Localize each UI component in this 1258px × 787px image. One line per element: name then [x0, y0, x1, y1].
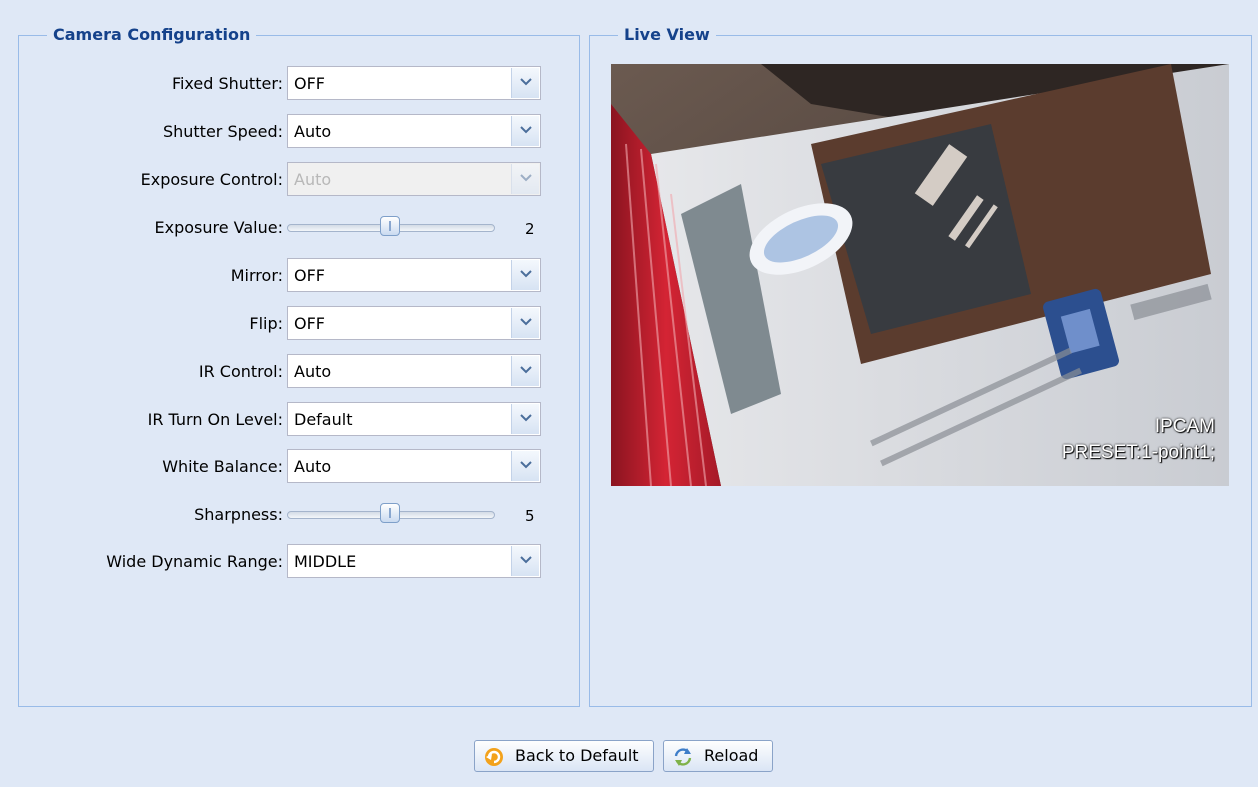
live-video-feed[interactable]: IPCAM PRESET:1-point1; — [611, 64, 1229, 486]
chevron-down-icon[interactable] — [511, 68, 539, 98]
chevron-down-icon[interactable] — [511, 404, 539, 434]
chevron-down-icon[interactable] — [511, 260, 539, 290]
exposure-value-slider[interactable]: 2 — [287, 210, 549, 246]
slider-thumb[interactable] — [380, 503, 400, 523]
preset-overlay: PRESET:1-point1; — [1061, 442, 1215, 463]
reload-button[interactable]: Reload — [663, 740, 774, 772]
refresh-icon — [674, 748, 692, 766]
camera-name-overlay: IPCAM — [1154, 416, 1215, 437]
exposure-value-row: Exposure Value: 2 — [19, 210, 579, 246]
flip-row: Flip: OFF — [19, 306, 579, 342]
flip-value: OFF — [294, 314, 325, 333]
white-balance-row: White Balance: Auto — [19, 449, 579, 485]
fixed-shutter-select[interactable]: OFF — [287, 66, 541, 100]
chevron-down-icon — [511, 164, 539, 194]
ir-turn-on-level-row: IR Turn On Level: Default — [19, 402, 579, 438]
shutter-speed-value: Auto — [294, 122, 332, 141]
camera-configuration-title: Camera Configuration — [47, 25, 257, 45]
mirror-row: Mirror: OFF — [19, 258, 579, 294]
fixed-shutter-row: Fixed Shutter: OFF — [19, 66, 579, 102]
shutter-speed-label: Shutter Speed: — [162, 122, 283, 141]
exposure-value-label: Exposure Value: — [154, 218, 283, 237]
sharpness-label: Sharpness: — [194, 505, 283, 524]
ir-turn-on-level-value: Default — [294, 410, 353, 429]
exposure-control-value: Auto — [294, 170, 332, 189]
sharpness-slider[interactable]: 5 — [287, 497, 549, 533]
wide-dynamic-range-value: MIDDLE — [294, 552, 357, 571]
camera-configuration-panel: Camera Configuration Fixed Shutter: OFF … — [18, 25, 580, 707]
mirror-value: OFF — [294, 266, 325, 285]
undo-arrow-icon — [485, 748, 503, 766]
white-balance-value: Auto — [294, 457, 332, 476]
exposure-control-row: Exposure Control: Auto — [19, 162, 579, 198]
slider-thumb[interactable] — [380, 216, 400, 236]
ir-turn-on-level-select[interactable]: Default — [287, 402, 541, 436]
live-view-title: Live View — [618, 25, 716, 45]
back-to-default-label: Back to Default — [515, 746, 639, 765]
ir-control-row: IR Control: Auto — [19, 354, 579, 390]
flip-label: Flip: — [249, 314, 283, 333]
ir-turn-on-level-label: IR Turn On Level: — [147, 410, 283, 429]
sharpness-number: 5 — [525, 507, 535, 525]
chevron-down-icon[interactable] — [511, 356, 539, 386]
camera-image — [611, 64, 1229, 486]
flip-select[interactable]: OFF — [287, 306, 541, 340]
wide-dynamic-range-row: Wide Dynamic Range: MIDDLE — [19, 544, 579, 580]
white-balance-label: White Balance: — [162, 457, 283, 476]
live-view-panel: Live View IPCAM PRESET:1-point1; — [589, 25, 1252, 707]
wide-dynamic-range-label: Wide Dynamic Range: — [106, 552, 283, 571]
exposure-control-select: Auto — [287, 162, 541, 196]
back-to-default-button[interactable]: Back to Default — [474, 740, 654, 772]
mirror-label: Mirror: — [230, 266, 283, 285]
wide-dynamic-range-select[interactable]: MIDDLE — [287, 544, 541, 578]
white-balance-select[interactable]: Auto — [287, 449, 541, 483]
reload-label: Reload — [704, 746, 759, 765]
fixed-shutter-value: OFF — [294, 74, 325, 93]
chevron-down-icon[interactable] — [511, 546, 539, 576]
exposure-value-number: 2 — [525, 220, 535, 238]
ir-control-value: Auto — [294, 362, 332, 381]
exposure-control-label: Exposure Control: — [140, 170, 283, 189]
ir-control-label: IR Control: — [198, 362, 283, 381]
sharpness-row: Sharpness: 5 — [19, 497, 579, 533]
chevron-down-icon[interactable] — [511, 116, 539, 146]
mirror-select[interactable]: OFF — [287, 258, 541, 292]
chevron-down-icon[interactable] — [511, 451, 539, 481]
shutter-speed-row: Shutter Speed: Auto — [19, 114, 579, 150]
chevron-down-icon[interactable] — [511, 308, 539, 338]
fixed-shutter-label: Fixed Shutter: — [171, 74, 283, 93]
shutter-speed-select[interactable]: Auto — [287, 114, 541, 148]
ir-control-select[interactable]: Auto — [287, 354, 541, 388]
